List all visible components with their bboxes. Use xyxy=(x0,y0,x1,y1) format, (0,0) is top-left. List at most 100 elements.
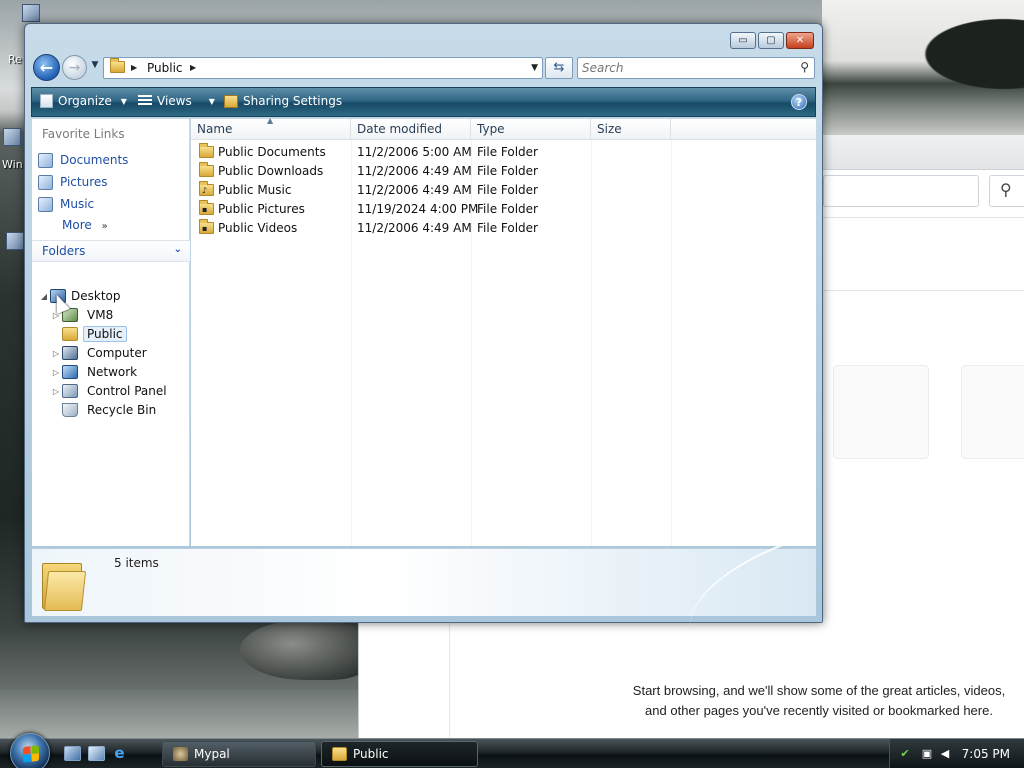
column-header-type[interactable]: Type xyxy=(471,119,591,140)
security-check-icon[interactable]: ✔ xyxy=(898,747,912,761)
folders-header[interactable]: Folders ⌄ xyxy=(32,240,190,262)
chevron-right-icon[interactable]: ▶ xyxy=(131,63,137,72)
caption-buttons: ▭ ▢ ✕ xyxy=(730,32,814,49)
favorite-link-label: Music xyxy=(60,197,95,211)
collapsed-triangle-icon[interactable]: ▷ xyxy=(50,349,62,358)
navigation-pane: Favorite Links Documents Pictures Music … xyxy=(32,119,190,546)
minimize-button[interactable]: ▭ xyxy=(730,32,756,49)
desktop-app-icon[interactable] xyxy=(6,232,24,250)
desktop-icon-label[interactable]: Win xyxy=(2,158,23,171)
desktop-recycle-icon[interactable] xyxy=(22,4,40,22)
collapsed-triangle-icon[interactable]: ▷ xyxy=(50,368,62,377)
file-date: 11/2/2006 4:49 AM xyxy=(357,221,472,235)
refresh-button[interactable]: ⇆ xyxy=(545,57,573,79)
show-desktop-icon[interactable] xyxy=(64,746,81,761)
organize-label: Organize xyxy=(58,94,112,108)
file-row[interactable]: Public Documents 11/2/2006 5:00 AM File … xyxy=(191,143,671,162)
column-header-row: Name ▲ Date modified Type Size xyxy=(191,116,816,140)
back-button[interactable]: ← xyxy=(33,54,60,81)
views-icon xyxy=(138,95,152,107)
tree-item-public[interactable]: Public xyxy=(50,325,127,343)
column-header-date-modified[interactable]: Date modified xyxy=(351,119,471,140)
tree-item-label: Desktop xyxy=(71,289,121,303)
folder-icon xyxy=(62,327,78,341)
search-icon[interactable]: ⚲ xyxy=(800,60,809,74)
chevron-down-icon: ▼ xyxy=(91,60,99,70)
desktop-icon-label[interactable]: Re xyxy=(8,53,22,66)
top-site-tile[interactable] xyxy=(961,365,1024,459)
taskbar-button-mypal[interactable]: Mypal xyxy=(162,741,316,767)
favorite-link-music[interactable]: Music xyxy=(38,195,94,213)
network-icon[interactable]: ▣ xyxy=(920,747,934,761)
favorite-link-pictures[interactable]: Pictures xyxy=(38,173,108,191)
forward-arrow-icon: → xyxy=(68,59,81,76)
column-header-label: Type xyxy=(477,122,505,136)
file-row[interactable]: ▪ Public Pictures 11/19/2024 4:00 PM File… xyxy=(191,200,671,219)
folders-title: Folders xyxy=(42,244,86,258)
tree-item-computer[interactable]: ▷ Computer xyxy=(50,344,151,362)
file-date: 11/19/2024 4:00 PM xyxy=(357,202,479,216)
favorite-links-title: Favorite Links xyxy=(42,127,125,141)
internet-explorer-icon[interactable]: e xyxy=(111,746,128,761)
tree-item-control-panel[interactable]: ▷ Control Panel xyxy=(50,382,171,400)
chevron-down-icon[interactable]: ▼ xyxy=(531,63,538,73)
desktop-app-icon[interactable] xyxy=(3,128,21,146)
navigation-row: ← → ▼ ▶ Public ▶ ▼ ⇆ ⚲ xyxy=(31,54,816,82)
file-row[interactable]: ♪ Public Music 11/2/2006 4:49 AM File Fol… xyxy=(191,181,671,200)
start-button[interactable] xyxy=(10,733,50,768)
file-name: Public Videos xyxy=(218,221,298,235)
search-input[interactable] xyxy=(582,60,787,76)
tree-item-recycle-bin[interactable]: Recycle Bin xyxy=(50,401,160,419)
column-header-name[interactable]: Name ▲ xyxy=(191,116,351,140)
help-button[interactable]: ? xyxy=(791,94,807,110)
chevron-right-icon[interactable]: ▶ xyxy=(190,63,196,72)
folder-icon xyxy=(110,58,125,76)
volume-muted-icon[interactable]: ◀ xyxy=(938,747,952,761)
magnifier-icon: ⚲ xyxy=(1000,180,1012,199)
address-bar[interactable]: ▶ Public ▶ ▼ xyxy=(103,57,543,79)
views-label: Views xyxy=(157,94,192,108)
favorite-link-documents[interactable]: Documents xyxy=(38,151,128,169)
top-site-tile[interactable] xyxy=(833,365,929,459)
sharing-settings-button[interactable]: Sharing Settings xyxy=(224,94,342,108)
clock[interactable]: 7:05 PM xyxy=(962,747,1010,761)
browser-address-field[interactable] xyxy=(823,175,979,207)
more-links-button[interactable]: More » xyxy=(62,218,108,232)
organize-button[interactable]: Organize ▼ xyxy=(40,94,127,108)
chevron-down-icon: ▼ xyxy=(208,96,215,106)
expanded-triangle-icon[interactable]: ◢ xyxy=(38,292,50,301)
minimize-icon: ▭ xyxy=(738,34,748,46)
recycle-bin-icon xyxy=(62,403,78,417)
forward-button[interactable]: → xyxy=(62,55,87,80)
explorer-window[interactable]: ▭ ▢ ✕ ← → ▼ ▶ Public ▶ ▼ ⇆ ⚲ Organize ▼ … xyxy=(24,23,823,631)
switch-windows-icon[interactable] xyxy=(88,746,105,761)
favorite-link-label: Documents xyxy=(60,153,129,167)
tree-item-network[interactable]: ▷ Network xyxy=(50,363,141,381)
close-button[interactable]: ✕ xyxy=(786,32,814,49)
details-pane: 5 items xyxy=(32,538,816,631)
column-header-label: Date modified xyxy=(357,122,443,136)
maximize-button[interactable]: ▢ xyxy=(758,32,784,49)
empty-highlights-message: Start browsing, and we'll show some of t… xyxy=(632,683,1006,718)
file-row[interactable]: Public Downloads 11/2/2006 4:49 AM File … xyxy=(191,162,671,181)
file-name: Public Pictures xyxy=(218,202,305,216)
views-button[interactable]: Views ▼ xyxy=(138,94,215,108)
command-bar: Organize ▼ Views ▼ Sharing Settings ? xyxy=(31,87,816,117)
large-folder-icon xyxy=(42,557,87,611)
file-list-pane[interactable]: Name ▲ Date modified Type Size Public Do… xyxy=(191,116,816,546)
search-box[interactable]: ⚲ xyxy=(577,57,815,79)
taskbar-button-public[interactable]: Public xyxy=(321,741,478,767)
chevron-down-icon: ▼ xyxy=(120,96,127,106)
tree-item-label: Recycle Bin xyxy=(87,403,157,417)
sharing-label: Sharing Settings xyxy=(243,94,343,108)
help-icon: ? xyxy=(795,96,803,109)
recent-pages-button[interactable]: ▼ xyxy=(89,60,101,74)
windows-logo-icon xyxy=(23,745,39,763)
wallpaper-rock xyxy=(240,620,370,680)
file-name: Public Music xyxy=(218,183,292,197)
breadcrumb-public[interactable]: Public xyxy=(147,61,183,75)
collapsed-triangle-icon[interactable]: ▷ xyxy=(50,387,62,396)
column-header-size[interactable]: Size xyxy=(591,119,671,140)
file-row[interactable]: ▪ Public Videos 11/2/2006 4:49 AM File Fo… xyxy=(191,219,671,238)
browser-search-button[interactable]: ⚲ xyxy=(989,175,1024,207)
